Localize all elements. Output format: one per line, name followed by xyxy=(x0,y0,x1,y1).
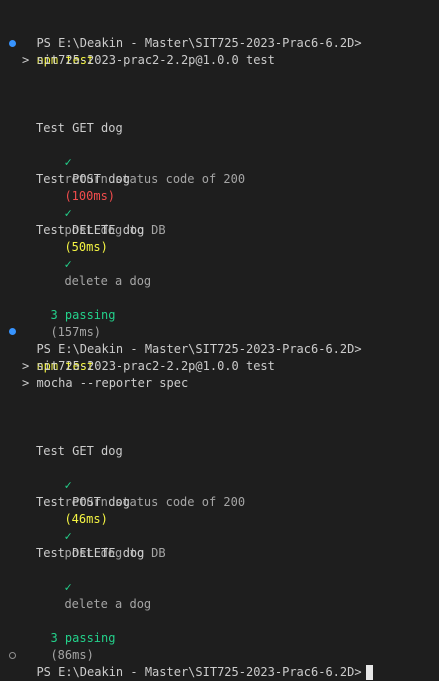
prompt-line: PS E:\Deakin - Master\SIT725-2023-Prac6-… xyxy=(22,18,361,67)
passing-count: 3 passing xyxy=(50,308,116,322)
test-result: ✓ return status code of 200 (100ms) xyxy=(50,137,245,203)
command-idle-decoration-icon[interactable] xyxy=(9,652,16,659)
suite-title: Test GET dog xyxy=(36,121,123,135)
test-result: ✓ delete a dog xyxy=(50,562,151,611)
terminal-cursor xyxy=(365,665,373,680)
test-name: delete a dog xyxy=(64,597,152,611)
prompt-path: PS E:\Deakin - Master\SIT725-2023-Prac6-… xyxy=(36,342,362,356)
check-icon: ✓ xyxy=(64,206,72,220)
check-icon: ✓ xyxy=(64,257,72,271)
passing-summary: 3 passing (86ms) xyxy=(36,613,115,662)
passing-count: 3 passing xyxy=(50,631,116,645)
script-line: > sit725-2023-prac2-2.2p@1.0.0 test xyxy=(22,359,275,373)
check-icon: ✓ xyxy=(64,529,72,543)
check-icon: ✓ xyxy=(64,580,72,594)
current-prompt-line[interactable]: PS E:\Deakin - Master\SIT725-2023-Prac6-… xyxy=(22,647,373,680)
command-success-decoration-icon[interactable] xyxy=(9,328,16,335)
prompt-path: PS E:\Deakin - Master\SIT725-2023-Prac6-… xyxy=(36,665,362,679)
suite-title: Test POST dog xyxy=(36,495,130,509)
suite-title: Test DELETE dog xyxy=(36,546,145,560)
suite-title: Test POST dog xyxy=(36,172,130,186)
test-result: ✓ post dog to DB (50ms) xyxy=(50,188,165,254)
passing-summary: 3 passing (157ms) xyxy=(36,290,115,339)
prompt-line: PS E:\Deakin - Master\SIT725-2023-Prac6-… xyxy=(22,324,361,373)
test-name: delete a dog xyxy=(64,274,152,288)
prompt-path: PS E:\Deakin - Master\SIT725-2023-Prac6-… xyxy=(36,36,362,50)
test-result: ✓ post dog to DB xyxy=(50,511,165,560)
suite-title: Test GET dog xyxy=(36,444,123,458)
mocha-line: > mocha --reporter spec xyxy=(22,376,189,390)
script-line: > sit725-2023-prac2-2.2p@1.0.0 test xyxy=(22,53,275,67)
command-success-decoration-icon[interactable] xyxy=(9,40,16,47)
check-icon: ✓ xyxy=(64,155,72,169)
check-icon: ✓ xyxy=(64,478,72,492)
test-result: ✓ return status code of 200 (46ms) xyxy=(50,460,245,526)
suite-title: Test DELETE dog xyxy=(36,223,145,237)
test-result: ✓ delete a dog xyxy=(50,239,151,288)
